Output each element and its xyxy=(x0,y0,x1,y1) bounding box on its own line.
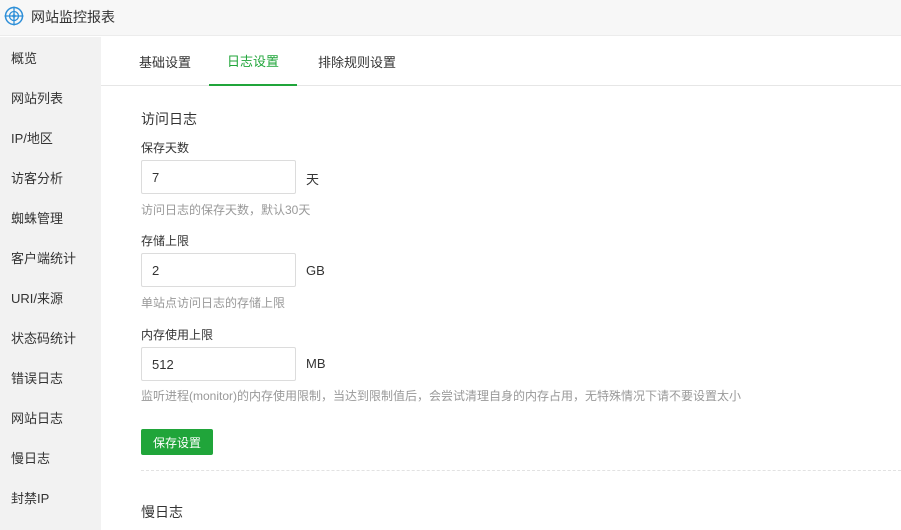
sidebar-item-label: 客户端统计 xyxy=(11,250,77,266)
section-divider xyxy=(141,470,901,471)
app-title: 网站监控报表 xyxy=(31,9,115,25)
tab-log-settings[interactable]: 日志设置 xyxy=(209,37,297,86)
sidebar-item-label: 慢日志 xyxy=(11,450,51,466)
sidebar-item-label: 封禁IP xyxy=(11,490,50,506)
sidebar-item-visitor-analysis[interactable]: 访客分析 xyxy=(0,157,101,197)
storage-limit-label: 存储上限 xyxy=(141,234,190,248)
sidebar-item-label: 概览 xyxy=(11,50,38,66)
sidebar-item-spider-management[interactable]: 蜘蛛管理 xyxy=(0,197,101,237)
sidebar-item-uri-source[interactable]: URI/来源 xyxy=(0,277,101,317)
retention-days-label: 保存天数 xyxy=(141,141,190,155)
memory-limit-input[interactable] xyxy=(141,347,296,381)
sidebar: 概览 网站列表 IP/地区 访客分析 蜘蛛管理 客户端统计 URI/来源 状态码… xyxy=(0,37,101,530)
sidebar-item-label: 蜘蛛管理 xyxy=(11,210,64,226)
sidebar-item-label: 状态码统计 xyxy=(11,330,77,346)
retention-days-help: 访问日志的保存天数，默认30天 xyxy=(141,203,311,217)
sidebar-item-client-stats[interactable]: 客户端统计 xyxy=(0,237,101,277)
sidebar-item-status-codes[interactable]: 状态码统计 xyxy=(0,317,101,357)
slow-log-title: 慢日志 xyxy=(141,504,183,520)
memory-limit-help: 监听进程(monitor)的内存使用限制，当达到限制值后，会尝试清理自身的内存占… xyxy=(141,389,742,403)
sidebar-item-label: 网站日志 xyxy=(11,410,64,426)
main-panel: 基础设置 日志设置 排除规则设置 访问日志 保存天数 天 访问日志的保存天数，默… xyxy=(101,37,901,530)
sidebar-item-overview[interactable]: 概览 xyxy=(0,37,101,77)
retention-days-input[interactable] xyxy=(141,160,296,194)
storage-limit-unit: GB xyxy=(306,263,325,278)
save-settings-button[interactable]: 保存设置 xyxy=(141,429,213,455)
tab-bar: 基础设置 日志设置 排除规则设置 xyxy=(101,37,901,86)
sidebar-item-site-list[interactable]: 网站列表 xyxy=(0,77,101,117)
sidebar-item-error-log[interactable]: 错误日志 xyxy=(0,357,101,397)
sidebar-item-label: 网站列表 xyxy=(11,90,64,106)
access-log-title: 访问日志 xyxy=(141,111,197,127)
tab-basic-settings[interactable]: 基础设置 xyxy=(129,37,201,86)
retention-days-unit: 天 xyxy=(306,172,320,187)
sidebar-item-label: 访客分析 xyxy=(11,170,64,186)
sidebar-item-label: IP/地区 xyxy=(11,130,53,146)
sidebar-item-banned-ip[interactable]: 封禁IP xyxy=(0,477,101,517)
storage-limit-input[interactable] xyxy=(141,253,296,287)
memory-limit-unit: MB xyxy=(306,356,326,371)
memory-limit-label: 内存使用上限 xyxy=(141,328,214,342)
tab-exclude-rules[interactable]: 排除规则设置 xyxy=(307,37,407,86)
sidebar-item-ip-region[interactable]: IP/地区 xyxy=(0,117,101,157)
sidebar-item-label: 错误日志 xyxy=(11,370,64,386)
sidebar-item-slow-log[interactable]: 慢日志 xyxy=(0,437,101,477)
storage-limit-help: 单站点访问日志的存储上限 xyxy=(141,296,286,310)
sidebar-item-site-log[interactable]: 网站日志 xyxy=(0,397,101,437)
title-bar: 网站监控报表 xyxy=(0,0,901,36)
crosshair-globe-icon xyxy=(4,6,24,26)
sidebar-item-label: URI/来源 xyxy=(11,290,64,306)
